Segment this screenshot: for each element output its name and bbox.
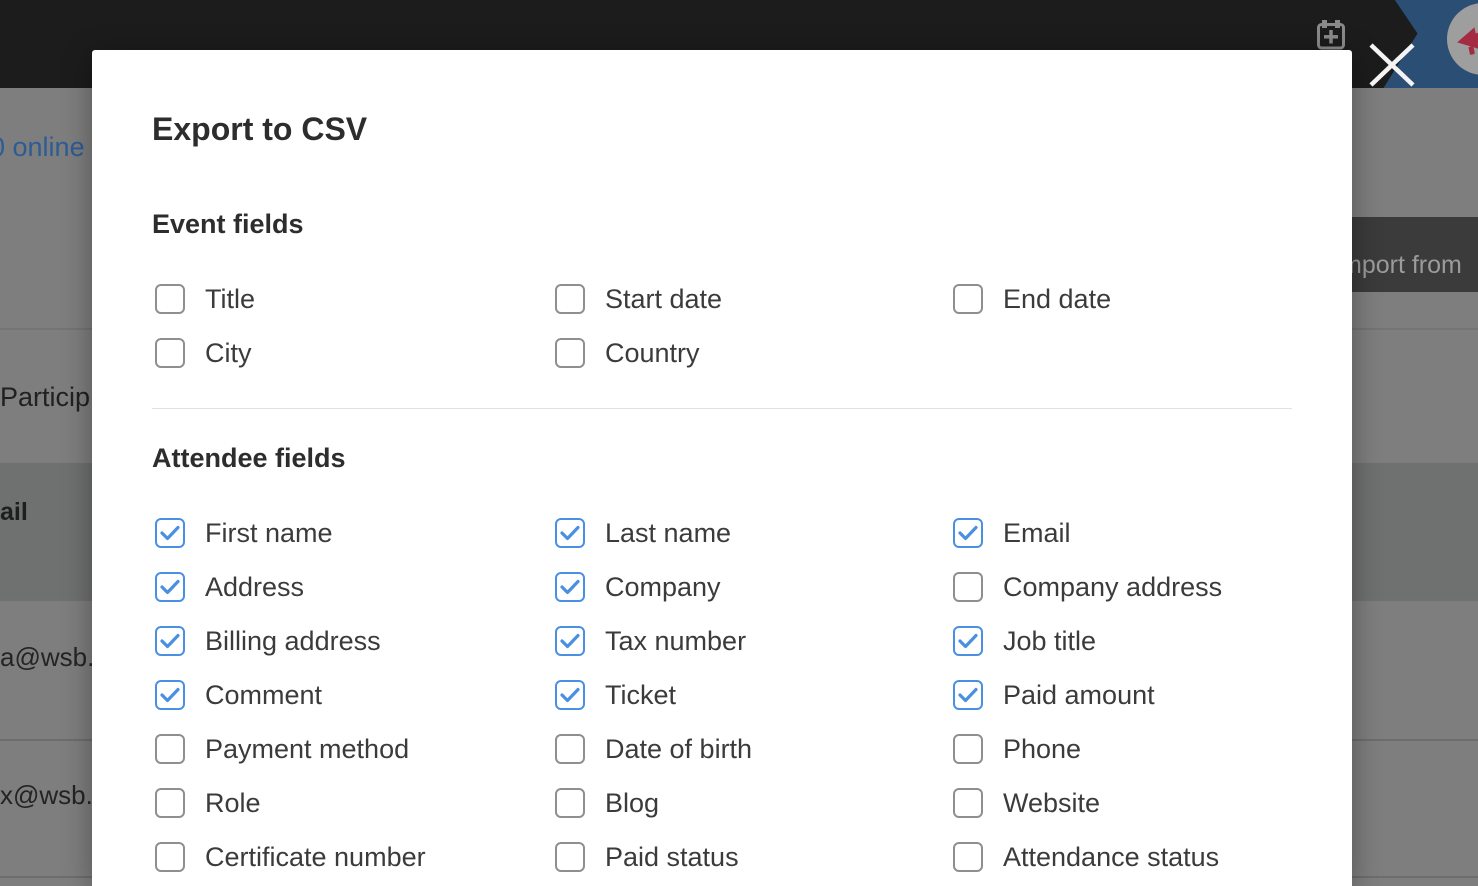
checkbox[interactable] (155, 734, 185, 764)
field-checkbox-item[interactable]: Company address (953, 572, 1222, 603)
field-label: Paid status (605, 841, 739, 872)
checkbox[interactable] (555, 572, 585, 602)
field-checkbox-item[interactable]: Company (555, 572, 953, 603)
field-label: Website (1003, 787, 1101, 818)
section-divider (152, 408, 1292, 409)
checkbox[interactable] (953, 842, 983, 872)
attendee-fields-grid: First name Last name Email Address Compa… (155, 506, 1222, 884)
checkbox[interactable] (953, 788, 983, 818)
field-checkbox-item[interactable]: Country (555, 338, 953, 369)
field-checkbox-item[interactable]: Tax number (555, 626, 953, 657)
checkbox[interactable] (155, 284, 185, 314)
field-checkbox-item[interactable]: Blog (555, 788, 953, 819)
field-label: Date of birth (605, 733, 753, 764)
field-label: Start date (605, 283, 723, 314)
field-label: Tax number (605, 625, 747, 656)
field-label: City (205, 337, 252, 368)
field-checkbox-item[interactable]: Comment (155, 680, 555, 711)
megaphone-icon (1457, 27, 1478, 55)
attendee-fields-heading: Attendee fields (152, 443, 346, 473)
table-row-email-fragment: x@wsb.c (0, 780, 92, 810)
checkbox[interactable] (155, 788, 185, 818)
field-label: Job title (1003, 625, 1097, 656)
field-checkbox-item[interactable]: Date of birth (555, 734, 953, 765)
export-to-csv-modal: Export to CSV Event fields Title Start d… (92, 50, 1352, 886)
field-label: Attendance status (1003, 841, 1220, 872)
field-checkbox-item[interactable]: End date (953, 284, 1111, 315)
field-checkbox-item[interactable]: Paid amount (953, 680, 1222, 711)
checkbox[interactable] (953, 680, 983, 710)
modal-title: Export to CSV (152, 111, 368, 147)
email-column-header-fragment: ail (0, 498, 28, 526)
field-checkbox-item[interactable]: Start date (555, 284, 953, 315)
app-screen: 0 online Particip mport from ail a@wsb.c… (0, 0, 1478, 886)
checkbox[interactable] (155, 842, 185, 872)
checkbox[interactable] (555, 626, 585, 656)
field-label: Last name (605, 517, 732, 548)
field-checkbox-item[interactable]: Billing address (155, 626, 555, 657)
checkbox[interactable] (953, 518, 983, 548)
field-checkbox-item[interactable]: Paid status (555, 842, 953, 873)
field-checkbox-item[interactable]: Attendance status (953, 842, 1222, 873)
field-label: Paid amount (1003, 679, 1155, 710)
field-label: Blog (605, 787, 660, 818)
field-label: Company address (1003, 571, 1223, 602)
field-label: Billing address (205, 625, 381, 656)
close-modal-icon[interactable] (1368, 42, 1416, 88)
field-label: Phone (1003, 733, 1082, 764)
field-label: Role (205, 787, 261, 818)
checkbox[interactable] (953, 626, 983, 656)
field-label: Title (205, 283, 256, 314)
checkbox[interactable] (155, 518, 185, 548)
checkbox[interactable] (555, 788, 585, 818)
field-checkbox-item[interactable]: Address (155, 572, 555, 603)
checkbox[interactable] (155, 338, 185, 368)
field-label: Ticket (605, 679, 677, 710)
import-from-button[interactable]: mport from (1352, 217, 1478, 292)
checkbox[interactable] (555, 680, 585, 710)
checkbox[interactable] (555, 518, 585, 548)
field-label: First name (205, 517, 333, 548)
field-label: Certificate number (205, 841, 426, 872)
field-checkbox-item[interactable]: Ticket (555, 680, 953, 711)
field-label: Email (1003, 517, 1071, 548)
checkbox[interactable] (953, 572, 983, 602)
field-checkbox-item[interactable]: Role (155, 788, 555, 819)
table-row-email-fragment: a@wsb.c (0, 642, 92, 672)
field-label: End date (1003, 283, 1112, 314)
field-checkbox-item[interactable]: First name (155, 518, 555, 549)
checkbox[interactable] (953, 734, 983, 764)
field-checkbox-item[interactable]: Job title (953, 626, 1222, 657)
field-label: Address (205, 571, 305, 602)
field-checkbox-item[interactable]: Website (953, 788, 1222, 819)
field-checkbox-item[interactable]: Certificate number (155, 842, 555, 873)
online-count-link[interactable]: 0 online (0, 132, 92, 166)
checkbox[interactable] (155, 572, 185, 602)
field-checkbox-item[interactable]: Payment method (155, 734, 555, 765)
field-label: Company (605, 571, 721, 602)
field-checkbox-item[interactable]: Title (155, 284, 555, 315)
event-fields-grid: Title Start date End date City Country (155, 272, 1111, 380)
field-label: Payment method (205, 733, 410, 764)
checkbox[interactable] (155, 680, 185, 710)
event-fields-heading: Event fields (152, 209, 304, 239)
checkbox[interactable] (555, 338, 585, 368)
field-checkbox-item[interactable]: City (155, 338, 555, 369)
field-checkbox-item[interactable]: Email (953, 518, 1222, 549)
checkbox[interactable] (953, 284, 983, 314)
field-checkbox-item[interactable]: Phone (953, 734, 1222, 765)
participants-heading-fragment: Particip (0, 382, 91, 412)
checkbox[interactable] (155, 626, 185, 656)
add-event-calendar-icon[interactable] (1314, 18, 1348, 52)
checkbox[interactable] (555, 842, 585, 872)
field-label: Comment (205, 679, 323, 710)
field-checkbox-item[interactable]: Last name (555, 518, 953, 549)
checkbox[interactable] (555, 734, 585, 764)
field-label: Country (605, 337, 700, 368)
checkbox[interactable] (555, 284, 585, 314)
